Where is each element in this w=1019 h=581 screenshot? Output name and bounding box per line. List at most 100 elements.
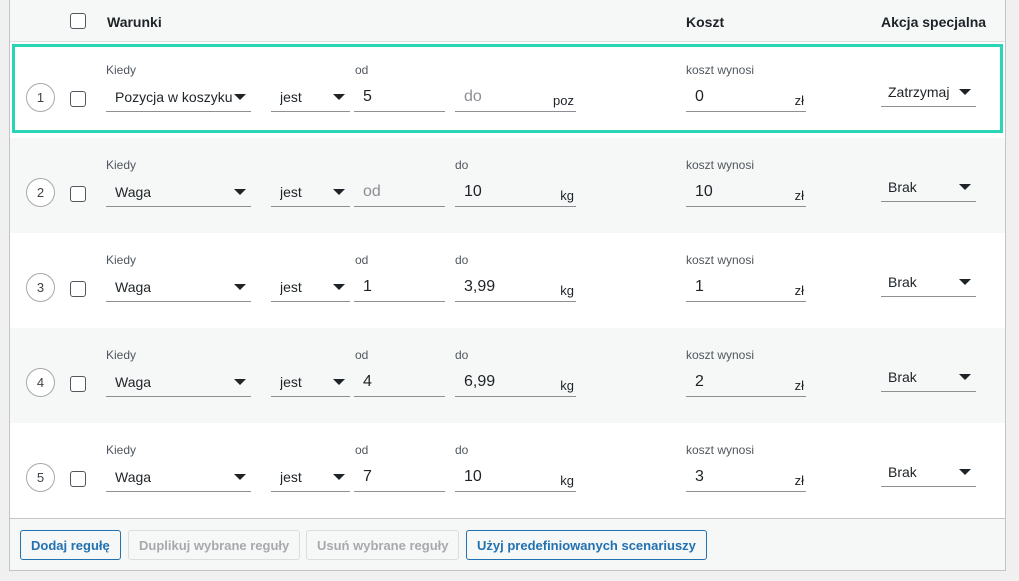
currency-label: zł: [794, 378, 804, 393]
from-label: od: [355, 348, 369, 362]
special-action-select[interactable]: Brak: [881, 172, 976, 202]
to-input[interactable]: 3,99 kg: [455, 272, 576, 302]
from-value: 5: [363, 88, 372, 105]
operator-value: jest: [280, 89, 302, 105]
cost-label: koszt wynosi: [686, 253, 755, 267]
row-checkbox[interactable]: [70, 91, 86, 107]
cost-input[interactable]: 0 zł: [686, 82, 806, 112]
when-select[interactable]: Waga: [106, 367, 251, 397]
when-select[interactable]: Waga: [106, 462, 251, 492]
chevron-down-icon: [333, 189, 345, 195]
operator-select[interactable]: jest: [271, 272, 350, 302]
select-all-checkbox[interactable]: [70, 13, 86, 29]
cost-input[interactable]: 3 zł: [686, 462, 806, 492]
to-label: do: [455, 348, 469, 362]
special-action-select[interactable]: Brak: [881, 267, 976, 297]
chevron-down-icon: [234, 94, 246, 100]
cost-label: koszt wynosi: [686, 158, 755, 172]
when-value: Pozycja w koszyku: [115, 89, 233, 105]
chevron-down-icon: [234, 379, 246, 385]
header-cost: Koszt: [686, 14, 725, 30]
row-checkbox[interactable]: [70, 186, 86, 202]
to-input[interactable]: 10 kg: [455, 177, 576, 207]
header-conditions: Warunki: [107, 14, 162, 30]
special-action-select[interactable]: Brak: [881, 457, 976, 487]
unit-label: poz: [553, 93, 574, 108]
unit-label: kg: [560, 283, 574, 298]
when-select[interactable]: Waga: [106, 177, 251, 207]
chevron-down-icon: [333, 94, 345, 100]
to-input[interactable]: 6,99 kg: [455, 367, 576, 397]
special-action-value: Zatrzymaj: [888, 84, 950, 100]
chevron-down-icon: [959, 374, 971, 380]
when-value: Waga: [115, 469, 152, 485]
currency-label: zł: [794, 473, 804, 488]
shipping-rules-table: Warunki Koszt Akcja specjalna 1 Kiedy Po…: [9, 0, 1006, 571]
from-label: od: [355, 63, 369, 77]
chevron-down-icon: [959, 184, 971, 190]
when-value: Waga: [115, 279, 152, 295]
to-value: 10: [464, 468, 482, 485]
cost-label: koszt wynosi: [686, 443, 755, 457]
to-label: do: [455, 158, 469, 172]
duplicate-rules-button[interactable]: Duplikuj wybrane reguły: [128, 530, 301, 560]
row-checkbox[interactable]: [70, 281, 86, 297]
to-placeholder: do: [464, 88, 482, 105]
operator-value: jest: [280, 184, 302, 200]
cost-value: 1: [695, 278, 704, 295]
predefined-scenarios-button[interactable]: Użyj predefiniowanych scenariuszy: [466, 530, 707, 560]
to-value: 3,99: [464, 278, 496, 295]
operator-select[interactable]: jest: [271, 367, 350, 397]
currency-label: zł: [794, 283, 804, 298]
remove-rules-button[interactable]: Usuń wybrane reguły: [306, 530, 460, 560]
cost-value: 3: [695, 468, 704, 485]
to-value: 6,99: [464, 373, 496, 390]
table-row: 3 Kiedy Waga jest od 1 do 3,99 kg koszt …: [10, 233, 1005, 328]
operator-select[interactable]: jest: [271, 177, 350, 207]
cost-input[interactable]: 2 zł: [686, 367, 806, 397]
from-value: 7: [363, 468, 372, 485]
chevron-down-icon: [333, 379, 345, 385]
from-input[interactable]: 1: [354, 272, 445, 302]
when-select[interactable]: Pozycja w koszyku: [106, 82, 251, 112]
from-input[interactable]: od: [354, 177, 445, 207]
special-action-select[interactable]: Brak: [881, 362, 976, 392]
table-row: 2 Kiedy Waga jest od do 10 kg koszt wyno…: [10, 138, 1005, 233]
row-checkbox[interactable]: [70, 376, 86, 392]
to-label: do: [455, 253, 469, 267]
when-value: Waga: [115, 184, 152, 200]
row-number: 5: [26, 463, 55, 492]
from-label: od: [355, 253, 369, 267]
row-number: 2: [26, 178, 55, 207]
when-label: Kiedy: [106, 253, 137, 267]
cost-value: 0: [695, 88, 704, 105]
when-label: Kiedy: [106, 348, 137, 362]
row-number: 1: [26, 83, 55, 112]
operator-value: jest: [280, 469, 302, 485]
from-input[interactable]: 7: [354, 462, 445, 492]
table-row: 4 Kiedy Waga jest od 4 do 6,99 kg koszt …: [10, 328, 1005, 423]
add-rule-button[interactable]: Dodaj regułę: [20, 530, 121, 560]
when-label: Kiedy: [106, 443, 137, 457]
row-checkbox[interactable]: [70, 471, 86, 487]
table-row: 5 Kiedy Waga jest od 7 do 10 kg koszt wy…: [10, 423, 1005, 518]
chevron-down-icon: [234, 474, 246, 480]
from-input[interactable]: 4: [354, 367, 445, 397]
to-input[interactable]: 10 kg: [455, 462, 576, 492]
when-value: Waga: [115, 374, 152, 390]
cost-input[interactable]: 1 zł: [686, 272, 806, 302]
to-input[interactable]: do poz: [455, 82, 576, 112]
from-label: od: [355, 443, 369, 457]
operator-select[interactable]: jest: [271, 82, 350, 112]
to-value: 10: [464, 183, 482, 200]
operator-select[interactable]: jest: [271, 462, 350, 492]
special-action-select[interactable]: Zatrzymaj: [881, 77, 976, 107]
row-number: 4: [26, 368, 55, 397]
cost-input[interactable]: 10 zł: [686, 177, 806, 207]
table-row: 1 Kiedy Pozycja w koszyku jest od 5 do p…: [10, 43, 1005, 138]
when-select[interactable]: Waga: [106, 272, 251, 302]
unit-label: kg: [560, 188, 574, 203]
currency-label: zł: [794, 93, 804, 108]
table-header: Warunki Koszt Akcja specjalna: [10, 0, 1005, 42]
from-input[interactable]: 5: [354, 82, 445, 112]
